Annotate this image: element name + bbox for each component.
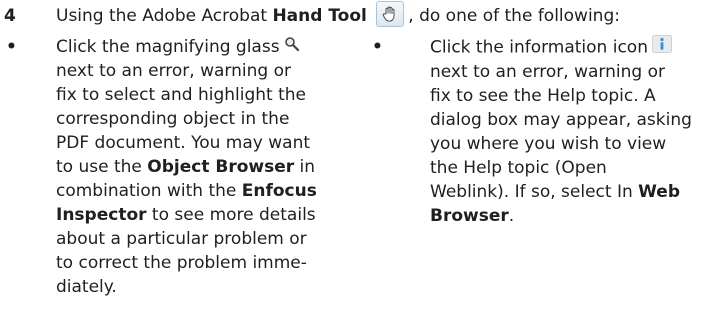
bullet-1-line-7: combination with the Enfocus <box>56 181 317 201</box>
bullet-2-line-5: you where you wish to view <box>430 134 667 154</box>
bullet-2-line-8: Browser. <box>430 206 515 226</box>
object-browser-term: Object Browser <box>147 157 295 177</box>
bullet-1-line-9: about a particular problem or <box>56 229 307 249</box>
bullet-2-line-2: next to an error, warning or <box>430 62 665 82</box>
bullet-2-line-1: Click the information icon <box>430 35 692 60</box>
bullet-2-line-4: dialog box may appear, asking <box>430 110 692 130</box>
bullet-1-line-3: fix to select and highlight the <box>56 85 306 105</box>
enfocus-term: Enfocus <box>241 181 317 201</box>
step-instruction: Using the Adobe Acrobat Hand Tool , do o… <box>56 1 620 28</box>
information-icon <box>651 35 672 60</box>
bullet-1-line-5: PDF document. You may want <box>56 133 311 153</box>
bullet-1-line-4: corresponding object in the <box>56 109 290 129</box>
bullet-marker-2: • <box>372 37 383 57</box>
bullet-1-line-2: next to an error, warning or <box>56 61 291 81</box>
step-number: 4 <box>4 6 16 26</box>
bullet-1-line-1: Click the magnifying glass <box>56 35 317 59</box>
hand-tool-label: Hand Tool <box>272 6 367 26</box>
bullet-1-line-11: diately. <box>56 277 117 297</box>
browser-term: Browser <box>430 206 509 226</box>
inspector-term: Inspector <box>56 205 147 225</box>
bullet-2-line-3: fix to see the Help topic. A <box>430 86 656 106</box>
bullet-2-line-6: the Help topic (Open <box>430 158 607 178</box>
bullet-2-line-7: Weblink). If so, select In Web <box>430 182 681 202</box>
hand-tool-icon <box>376 1 405 27</box>
web-term: Web <box>638 182 681 202</box>
magnifying-glass-icon <box>284 35 300 59</box>
bullet-marker-1: • <box>6 37 17 57</box>
bullet-1-line-10: to correct the problem imme- <box>56 253 307 273</box>
bullet-1-text: Click the magnifying glass next to an er… <box>56 35 317 299</box>
bullet-1-line-6: to use the Object Browser in <box>56 157 316 177</box>
step-text-after: , do one of the following: <box>408 6 620 26</box>
step-text-before: Using the Adobe Acrobat <box>56 6 273 26</box>
bullet-1-line-8: Inspector to see more details <box>56 205 316 225</box>
bullet-2-text: Click the information icon next to an er… <box>430 35 692 228</box>
